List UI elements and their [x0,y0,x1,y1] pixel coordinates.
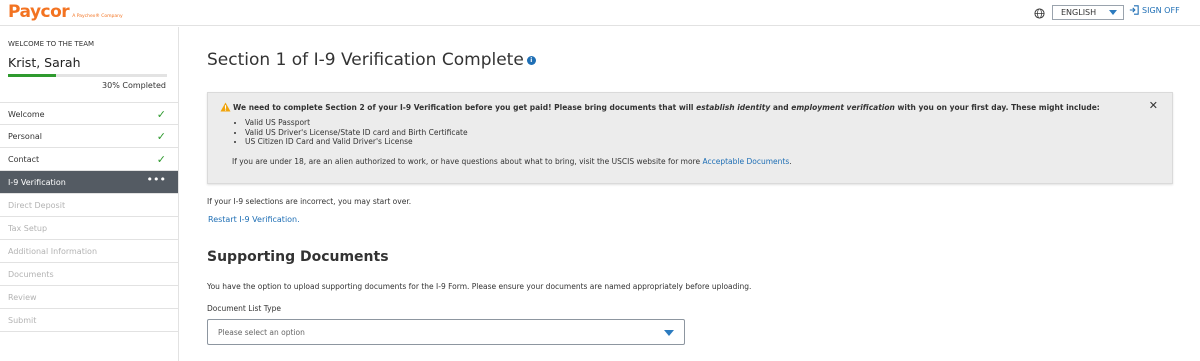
sidebar-item-label: Documents [8,270,54,279]
sidebar-item-label: Review [8,293,37,302]
page-title: Section 1 of I-9 Verification Complete i [207,50,536,70]
sidebar-item-review: Review [0,286,178,309]
alert-heading-text-1: We need to complete Section 2 of your I-… [233,102,697,112]
alert-footer-end: . [789,157,792,166]
sidebar-item-welcome[interactable]: Welcome ✓ [0,102,178,125]
checkmark-icon: ✓ [156,130,166,143]
restart-i9-link[interactable]: Restart I-9 Verification. [208,215,300,224]
supporting-documents-title: Supporting Documents [207,249,389,265]
progress-text: 30% Completed [102,81,166,90]
alert-heading-text-3: with you on your first day. These might … [894,102,1100,112]
alert-heading-emphasis-2: employment verification [791,102,895,112]
sidebar-item-additional-information: Additional Information [0,240,178,263]
sidebar-item-direct-deposit: Direct Deposit [0,194,178,217]
sign-off-link[interactable]: SIGN OFF [1129,5,1180,15]
sidebar-item-label: I-9 Verification [8,178,66,187]
alert-heading: We need to complete Section 2 of your I-… [220,102,1100,112]
top-bar: Paycor A Paychex® Company ENGLISH SIGN O… [0,0,1200,26]
list-item: Valid US Driver's License/State ID card … [245,128,468,138]
page-title-text: Section 1 of I-9 Verification Complete [207,50,524,70]
more-dots-icon: ••• [146,173,166,186]
sign-off-label: SIGN OFF [1142,5,1180,15]
checkmark-icon: ✓ [156,108,166,121]
supporting-documents-text: You have the option to upload supporting… [207,282,752,291]
language-select[interactable]: ENGLISH [1052,5,1124,20]
alert-banner: We need to complete Section 2 of your I-… [207,92,1173,184]
sidebar-item-label: Submit [8,316,37,325]
chevron-down-icon [1109,10,1117,15]
close-icon[interactable]: ✕ [1149,99,1158,112]
sidebar-item-label: Personal [8,132,43,141]
paycor-logo[interactable]: Paycor A Paychex® Company [8,2,123,22]
sidebar-item-label: Tax Setup [8,224,48,233]
sidebar-item-label: Welcome [8,110,45,119]
list-item: US Citizen ID Card and Valid Driver's Li… [245,137,468,147]
logo-wordmark: Paycor [8,2,70,22]
sidebar-item-label: Additional Information [8,247,98,256]
user-name: Krist, Sarah [8,55,81,70]
language-value: ENGLISH [1061,8,1097,17]
sidebar-item-label: Direct Deposit [8,201,66,210]
acceptable-documents-link[interactable]: Acceptable Documents [702,157,789,166]
sign-out-icon [1129,5,1139,15]
globe-icon [1034,8,1045,19]
welcome-label: WELCOME TO THE TEAM [8,40,95,48]
alert-heading-text-2: and [770,102,792,112]
document-list-type-select[interactable]: Please select an option [207,319,685,345]
logo-tagline: A Paychex® Company [72,14,123,19]
info-icon[interactable]: i [526,55,536,65]
sidebar-item-label: Contact [8,155,40,164]
select-placeholder: Please select an option [218,328,305,337]
sidebar-item-documents: Documents [0,263,178,286]
alert-heading-emphasis-1: establish identity [696,102,771,112]
sidebar-item-submit: Submit [0,309,178,332]
warning-icon [220,102,231,112]
progress-fill [8,74,56,77]
progress-bar [8,74,167,77]
sidebar-item-i9-verification[interactable]: I-9 Verification ••• [0,171,178,194]
alert-footer-text: If you are under 18, are an alien author… [232,157,703,166]
alert-footer: If you are under 18, are an alien author… [232,157,792,166]
sidebar: WELCOME TO THE TEAM Krist, Sarah 30% Com… [0,27,179,361]
document-list-type-label: Document List Type [207,304,281,313]
document-examples-list: Valid US Passport Valid US Driver's Lice… [245,118,468,147]
checkmark-icon: ✓ [156,153,166,166]
restart-note: If your I-9 selections are incorrect, yo… [207,197,412,206]
sidebar-item-contact[interactable]: Contact ✓ [0,148,178,171]
sidebar-item-tax-setup: Tax Setup [0,217,178,240]
chevron-down-icon [664,330,674,336]
sidebar-nav: Welcome ✓ Personal ✓ Contact ✓ I-9 Verif… [0,102,178,332]
list-item: Valid US Passport [245,118,468,128]
sidebar-item-personal[interactable]: Personal ✓ [0,125,178,148]
